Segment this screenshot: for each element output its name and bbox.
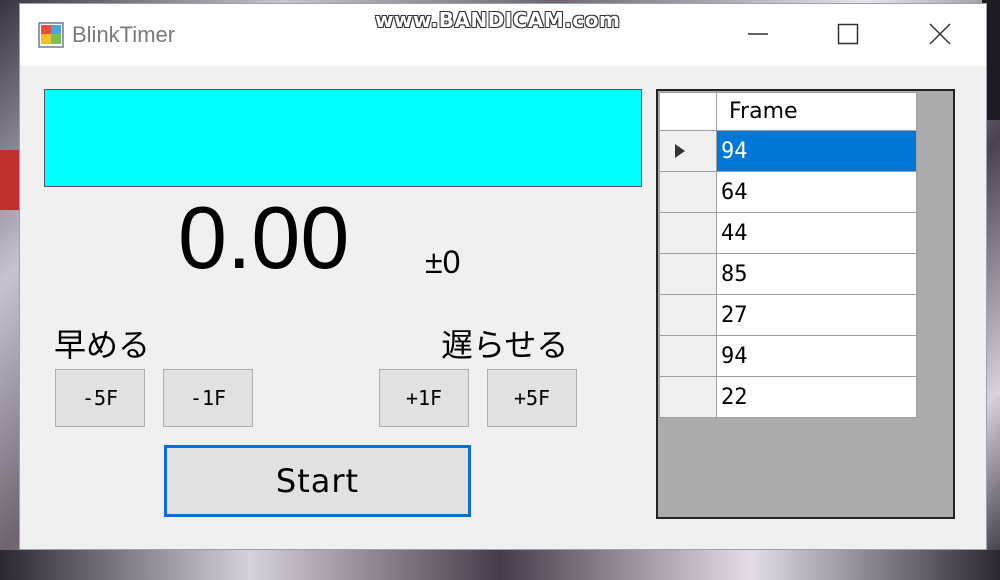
row-header[interactable] [659, 335, 717, 377]
frame-cell[interactable]: 22 [716, 376, 917, 418]
row-header[interactable] [659, 130, 717, 172]
start-button[interactable]: Start [164, 445, 471, 517]
blink-color-panel [44, 89, 642, 187]
table-row[interactable]: 27 [659, 294, 917, 336]
recorder-watermark: www.BANDICAM.com [375, 8, 621, 32]
earlier-label: 早める [54, 326, 151, 364]
app-icon [38, 22, 64, 48]
row-header[interactable] [659, 294, 717, 336]
row-header[interactable] [659, 253, 717, 295]
minus-1f-button[interactable]: -1F [163, 369, 253, 427]
close-icon [929, 23, 951, 45]
table-row[interactable]: 85 [659, 253, 917, 295]
plus-5f-button[interactable]: +5F [487, 369, 577, 427]
minimize-button[interactable] [736, 14, 780, 54]
table-row[interactable]: 94 [659, 335, 917, 377]
grid-corner-cell [659, 92, 717, 131]
timer-display: 0.00 [178, 188, 350, 287]
close-button[interactable] [918, 14, 962, 54]
table-row[interactable]: 94 [659, 130, 917, 172]
frame-cell[interactable]: 94 [716, 335, 917, 377]
table-row[interactable]: 22 [659, 376, 917, 418]
minimize-icon [748, 33, 768, 35]
table-row[interactable]: 44 [659, 212, 917, 254]
table-row[interactable]: 64 [659, 171, 917, 213]
maximize-icon [837, 23, 859, 45]
offset-display: ±0 [425, 244, 461, 280]
row-header[interactable] [659, 376, 717, 418]
frame-grid[interactable]: Frame 94 64 44 85 27 94 22 [656, 89, 955, 519]
frame-cell[interactable]: 94 [716, 130, 917, 172]
row-header[interactable] [659, 171, 717, 213]
maximize-button[interactable] [826, 14, 870, 54]
later-label: 遅らせる [441, 326, 569, 364]
row-header[interactable] [659, 212, 717, 254]
row-pointer-icon [675, 144, 685, 158]
title-bar[interactable]: BlinkTimer www.BANDICAM.com [20, 4, 986, 66]
window-title: BlinkTimer [72, 22, 176, 47]
plus-1f-button[interactable]: +1F [379, 369, 469, 427]
frame-cell[interactable]: 85 [716, 253, 917, 295]
minus-5f-button[interactable]: -5F [55, 369, 145, 427]
frame-cell[interactable]: 27 [716, 294, 917, 336]
background-decoration [0, 550, 1000, 580]
column-header-frame[interactable]: Frame [716, 92, 917, 131]
frame-cell[interactable]: 64 [716, 171, 917, 213]
app-window: BlinkTimer www.BANDICAM.com 0.00 ±0 早める … [19, 3, 987, 550]
frame-cell[interactable]: 44 [716, 212, 917, 254]
grid-header-row: Frame [659, 92, 917, 131]
